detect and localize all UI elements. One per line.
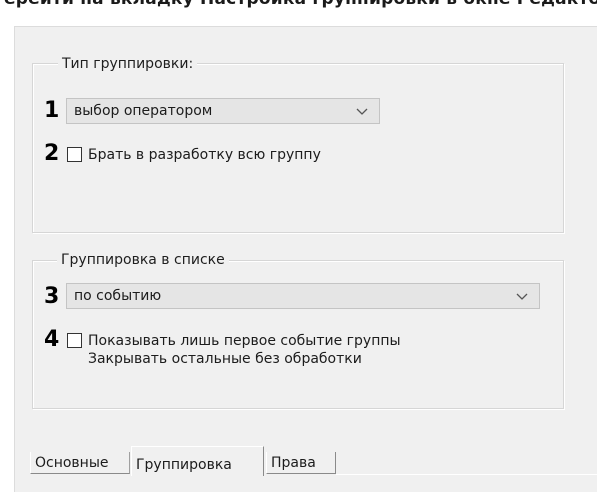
take-whole-group-checkbox[interactable] [67, 147, 82, 162]
tab-strip-edge [336, 474, 597, 475]
callout-marker-1: 1 [44, 98, 60, 123]
chevron-down-icon [356, 108, 368, 115]
group-type-select-value: выбор оператором [74, 103, 213, 119]
group-type-legend: Тип группировки: [58, 56, 198, 72]
group-list-legend: Группировка в списке [57, 252, 229, 268]
show-first-event-option[interactable]: Показывать лишь первое событие группы За… [67, 332, 401, 368]
show-first-event-label-line2: Закрывать остальные без обработки [88, 351, 362, 367]
take-whole-group-option[interactable]: Брать в разработку всю группу [67, 146, 321, 164]
callout-marker-4: 4 [44, 327, 60, 352]
tab-rights[interactable]: Права [266, 452, 336, 474]
group-type-select[interactable]: выбор оператором [66, 98, 380, 124]
show-first-event-label-line1: Показывать лишь первое событие группы [88, 333, 401, 349]
caption-text: ерейти на вкладку Настройка группировки … [4, 0, 517, 9]
group-list-select[interactable]: по событию [66, 283, 540, 309]
group-list-select-value: по событию [74, 288, 162, 304]
tab-basic[interactable]: Основные [30, 452, 130, 474]
show-first-event-label: Показывать лишь первое событие группы За… [88, 332, 401, 368]
callout-marker-2: 2 [44, 141, 60, 166]
caption-text-bold: Редактор [517, 0, 597, 9]
take-whole-group-label: Брать в разработку всю группу [88, 147, 321, 163]
cut-off-caption: ерейти на вкладку Настройка группировки … [0, 0, 597, 9]
show-first-event-checkbox[interactable] [67, 333, 82, 348]
screenshot-root: ерейти на вкладку Настройка группировки … [0, 0, 597, 499]
chevron-down-icon [516, 293, 528, 300]
tab-grouping[interactable]: Группировка [131, 446, 264, 476]
callout-marker-3: 3 [44, 284, 60, 309]
